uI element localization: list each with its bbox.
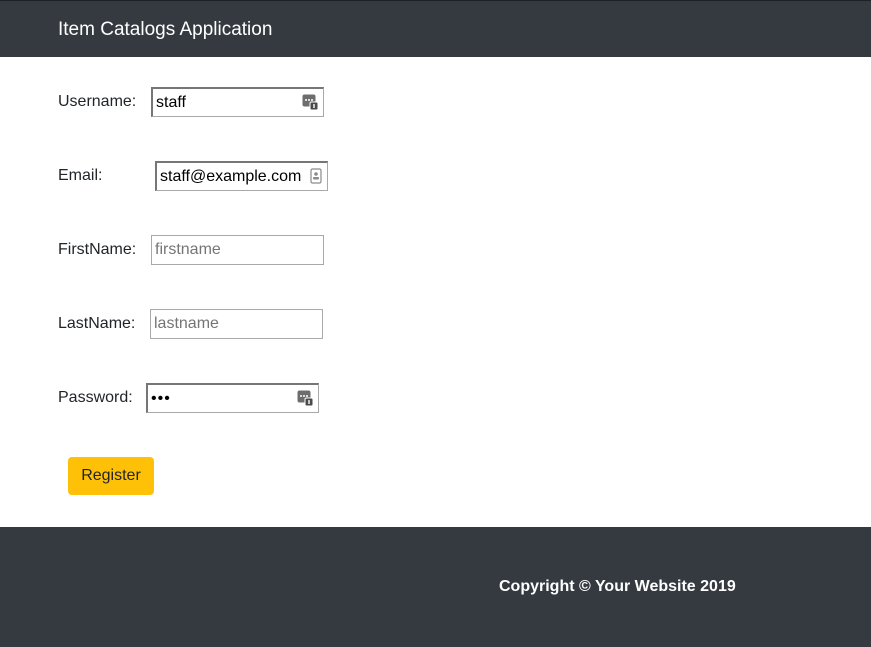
footer-copyright: Copyright © Your Website 2019 bbox=[499, 578, 736, 595]
footer: Copyright © Your Website 2019 bbox=[0, 527, 871, 647]
lastname-input[interactable] bbox=[150, 309, 323, 339]
firstname-input[interactable] bbox=[151, 235, 324, 265]
username-label: Username: bbox=[58, 93, 137, 110]
username-input[interactable] bbox=[151, 87, 324, 117]
email-input[interactable] bbox=[155, 161, 328, 191]
navbar: Item Catalogs Application bbox=[0, 0, 871, 57]
email-label: Email: bbox=[58, 167, 103, 184]
navbar-brand[interactable]: Item Catalogs Application bbox=[58, 19, 272, 41]
password-input[interactable] bbox=[146, 383, 319, 413]
firstname-label: FirstName: bbox=[58, 241, 137, 258]
register-button[interactable]: Register bbox=[68, 457, 154, 495]
password-label: Password: bbox=[58, 389, 133, 406]
lastname-label: LastName: bbox=[58, 315, 136, 332]
